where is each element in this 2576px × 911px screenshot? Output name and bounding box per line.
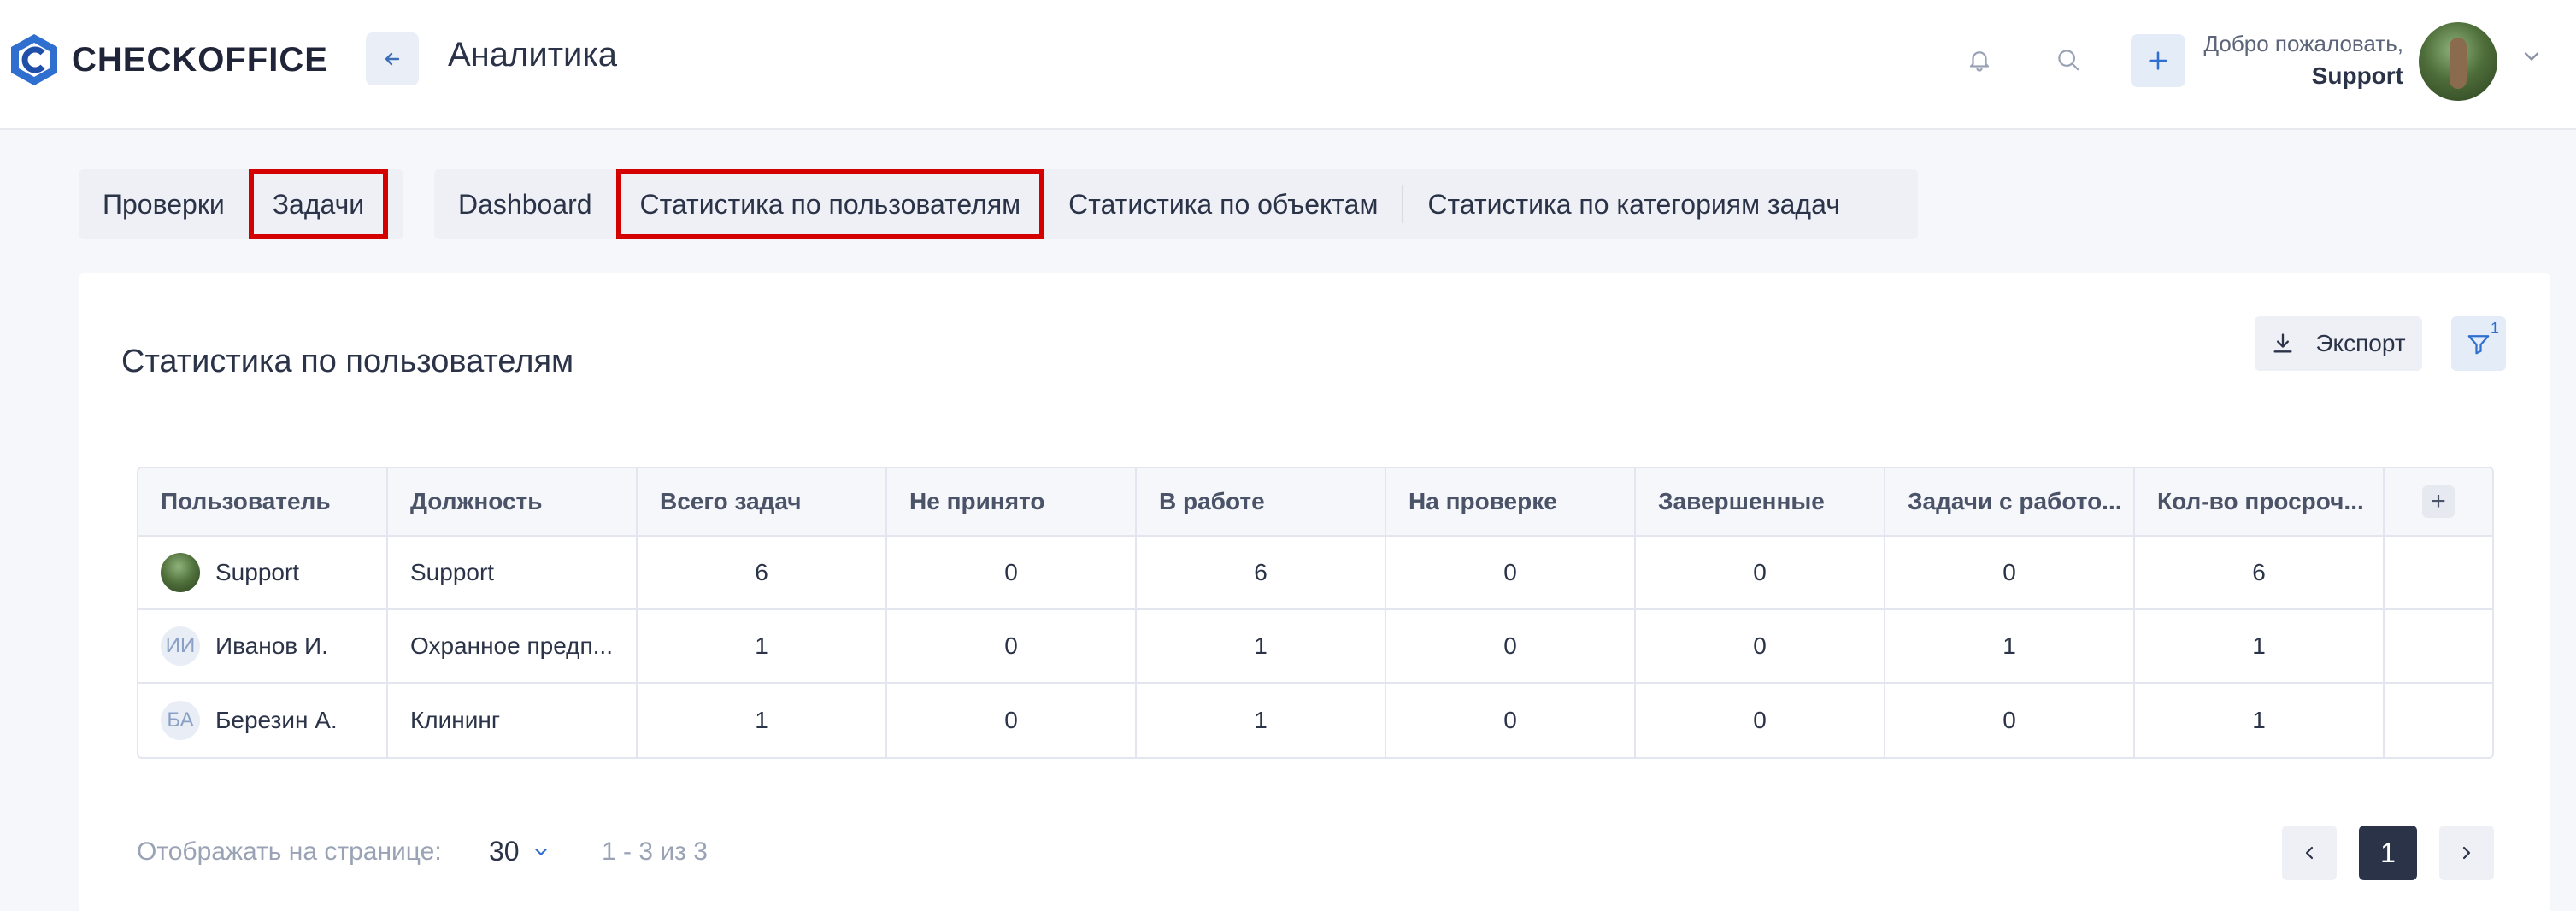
user-cell: Support: [138, 537, 388, 608]
value-cell: 0: [1885, 684, 2135, 757]
position-cell: Охранное предп...: [388, 610, 638, 682]
tab-category-stats[interactable]: Статистика по категориям задач: [1403, 169, 1863, 239]
value-cell: 0: [1885, 537, 2135, 608]
create-button[interactable]: [2131, 34, 2185, 87]
value-cell: 0: [1636, 537, 1885, 608]
value-cell: 6: [1137, 537, 1386, 608]
column-header-tasks-with-work[interactable]: Задачи с работо...: [1885, 468, 2135, 535]
chevron-left-icon: [2305, 846, 2314, 860]
tab-dashboard[interactable]: Dashboard: [434, 169, 616, 239]
value-cell: 1: [638, 684, 887, 757]
value-cell: 0: [1636, 610, 1885, 682]
chevron-down-icon: [532, 843, 550, 861]
user-stats-table: Пользователь Должность Всего задач Не пр…: [137, 467, 2494, 759]
value-cell: 1: [2135, 610, 2385, 682]
value-cell: 1: [638, 610, 887, 682]
primary-tabs: Проверки Задачи: [79, 169, 403, 239]
tab-user-stats[interactable]: Статистика по пользователям: [615, 169, 1045, 239]
filter-icon: [2467, 335, 2490, 355]
value-cell: 0: [1636, 684, 1885, 757]
current-user-name: Support: [2311, 62, 2403, 89]
user-avatar-small: [161, 553, 200, 592]
table-row[interactable]: ИИ Иванов И. Охранное предп... 1 0 1 0 0 …: [138, 610, 2492, 684]
app-header: CHECKOFFICE Аналитика Добро пожаловать, …: [0, 0, 2576, 130]
column-header-user[interactable]: Пользователь: [138, 468, 388, 535]
user-initials-avatar: ИИ: [161, 626, 200, 666]
value-cell: 1: [2135, 684, 2385, 757]
table-row[interactable]: БА Березин А. Клининг 1 0 1 0 0 0 1: [138, 684, 2492, 757]
checkoffice-logo-icon: [11, 34, 57, 85]
current-page-button[interactable]: 1: [2359, 826, 2417, 880]
tab-tasks[interactable]: Задачи: [248, 169, 389, 239]
export-button[interactable]: Экспорт: [2255, 316, 2422, 371]
user-cell: БА Березин А.: [138, 684, 388, 757]
prev-page-button[interactable]: [2282, 826, 2337, 880]
chevron-right-icon: [2462, 846, 2471, 860]
page-title: Аналитика: [448, 36, 617, 73]
stats-card: Статистика по пользователям Экспорт 1 По…: [79, 273, 2550, 911]
filter-button[interactable]: 1: [2451, 316, 2506, 371]
welcome-text: Добро пожаловать,: [2203, 31, 2403, 56]
next-page-button[interactable]: [2439, 826, 2494, 880]
download-icon: [2271, 332, 2295, 356]
per-page-select[interactable]: 30: [489, 836, 550, 867]
secondary-tabs: Dashboard Статистика по пользователям Ст…: [434, 169, 1918, 239]
brand-name: CHECKOFFICE: [72, 40, 328, 79]
arrow-left-icon: [385, 52, 400, 66]
user-avatar[interactable]: [2419, 22, 2497, 101]
value-cell: 0: [1386, 537, 1636, 608]
value-cell: 1: [1137, 684, 1386, 757]
tab-object-stats[interactable]: Статистика по объектам: [1044, 169, 1402, 239]
logo[interactable]: CHECKOFFICE: [9, 32, 328, 87]
value-cell: 0: [887, 684, 1137, 757]
back-button[interactable]: [366, 32, 419, 85]
value-cell: 0: [1386, 684, 1636, 757]
user-initials-avatar: БА: [161, 701, 200, 740]
add-column-cell: +: [2385, 468, 2492, 535]
notifications-button[interactable]: [1954, 34, 2005, 85]
plus-icon: [2149, 51, 2167, 70]
per-page-label: Отображать на странице:: [137, 838, 442, 866]
filter-count-badge: 1: [2490, 320, 2499, 337]
column-header-in-progress[interactable]: В работе: [1137, 468, 1386, 535]
empty-cell: [2385, 684, 2492, 757]
add-column-button[interactable]: +: [2422, 485, 2455, 518]
position-cell: Клининг: [388, 684, 638, 757]
empty-cell: [2385, 610, 2492, 682]
value-cell: 1: [1885, 610, 2135, 682]
chevron-down-icon[interactable]: [2520, 44, 2544, 68]
tab-checks[interactable]: Проверки: [79, 169, 249, 239]
value-cell: 6: [2135, 537, 2385, 608]
pagination-range: 1 - 3 из 3: [602, 838, 708, 866]
column-header-completed[interactable]: Завершенные: [1636, 468, 1885, 535]
user-cell: ИИ Иванов И.: [138, 610, 388, 682]
table-header-row: Пользователь Должность Всего задач Не пр…: [138, 468, 2492, 537]
column-header-position[interactable]: Должность: [388, 468, 638, 535]
welcome-block: Добро пожаловать, Support: [2203, 31, 2403, 90]
value-cell: 0: [1386, 610, 1636, 682]
per-page-value: 30: [489, 836, 520, 867]
value-cell: 6: [638, 537, 887, 608]
value-cell: 1: [1137, 610, 1386, 682]
table-row[interactable]: Support Support 6 0 6 0 0 0 6: [138, 537, 2492, 610]
search-button[interactable]: [2043, 34, 2094, 85]
column-header-on-review[interactable]: На проверке: [1386, 468, 1636, 535]
column-header-total[interactable]: Всего задач: [638, 468, 887, 535]
search-icon: [2058, 50, 2079, 71]
empty-cell: [2385, 537, 2492, 608]
value-cell: 0: [887, 610, 1137, 682]
bell-icon: [1969, 51, 1990, 72]
value-cell: 0: [887, 537, 1137, 608]
position-cell: Support: [388, 537, 638, 608]
column-header-overdue[interactable]: Кол-во просроч...: [2135, 468, 2385, 535]
export-label: Экспорт: [2315, 330, 2406, 356]
column-header-not-accepted[interactable]: Не принято: [887, 468, 1137, 535]
card-title: Статистика по пользователям: [121, 344, 574, 379]
